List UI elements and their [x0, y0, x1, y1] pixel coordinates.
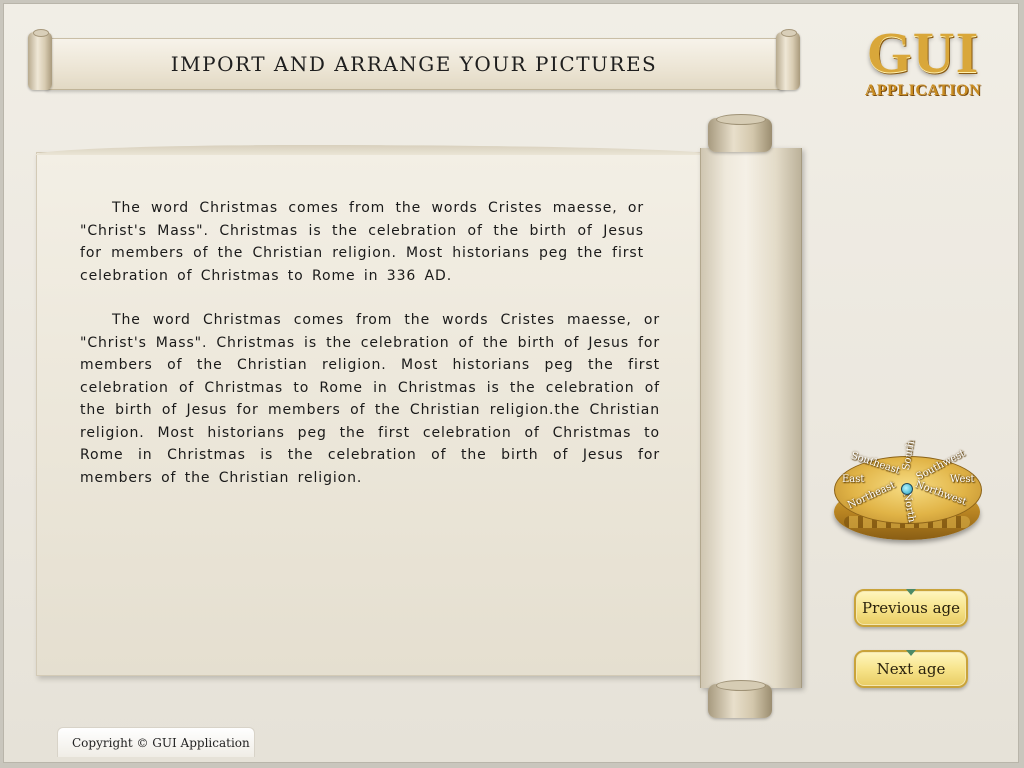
compass-gem-icon [901, 483, 913, 495]
next-age-button[interactable]: Next age [854, 650, 968, 688]
content-scroll-roll [698, 114, 802, 718]
compass-label-west: West [950, 474, 975, 485]
app-logo: GUI APPLICATION [848, 24, 998, 104]
compass-label-east: East [842, 474, 865, 485]
scroll-roll-body [700, 148, 802, 688]
copyright-tab: Copyright © GUI Application [57, 727, 255, 757]
page-title: IMPORT AND ARRANGE YOUR PICTURES [170, 52, 658, 76]
content-paragraph-1: The word Christmas comes from the words … [80, 200, 644, 284]
content-paragraph-2: The word Christmas comes from the words … [80, 312, 660, 486]
previous-age-button[interactable]: Previous age [854, 589, 968, 627]
logo-sub-text: APPLICATION [864, 82, 982, 99]
compass-icon[interactable]: Southeast South Southwest East West Nort… [832, 440, 982, 544]
scroll-roll-bottom-cap [708, 680, 772, 718]
logo-main-text: GUI [866, 20, 980, 85]
title-banner: IMPORT AND ARRANGE YOUR PICTURES [28, 29, 800, 94]
scroll-roll-top-cap [708, 114, 772, 152]
